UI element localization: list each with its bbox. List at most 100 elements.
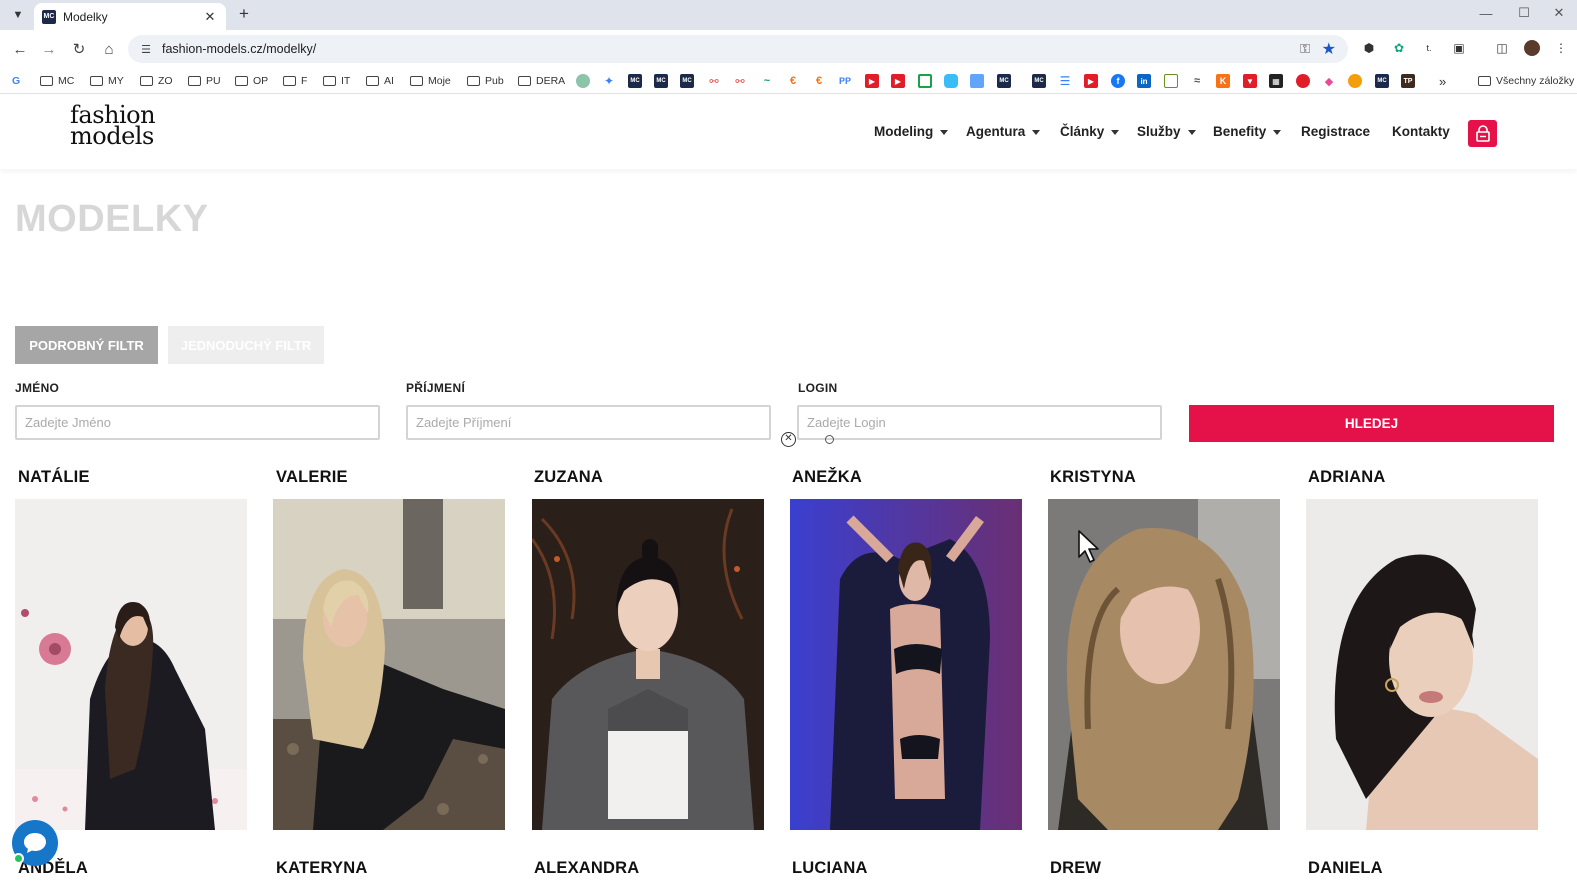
bookmark-folder[interactable]: IT (323, 73, 350, 89)
bookmark-folder[interactable]: MY (90, 73, 124, 89)
bookmark-k-icon[interactable]: K (1216, 74, 1230, 88)
bookmark-folder[interactable]: AI (366, 73, 394, 89)
bookmark-folder[interactable]: OP (235, 73, 268, 89)
model-name[interactable]: KRISTYNA (1050, 468, 1136, 487)
address-bar[interactable]: ☰ fashion-models.cz/modelky/ ⚿ ★ (128, 35, 1348, 63)
bookmark-image-icon[interactable] (970, 74, 984, 88)
login-input[interactable] (797, 405, 1162, 440)
bookmark-site-icon[interactable] (576, 74, 590, 88)
tab-list-chevron-icon[interactable]: ▼ (8, 5, 28, 25)
bookmark-facebook-icon[interactable]: f (1111, 74, 1125, 88)
bookmark-flag-icon[interactable] (1296, 74, 1310, 88)
model-photo-adriana[interactable] (1306, 499, 1538, 830)
tab-close-icon[interactable]: ✕ (202, 9, 218, 25)
model-name[interactable]: ALEXANDRA (534, 859, 639, 878)
extension-t-icon[interactable]: t. (1421, 40, 1437, 56)
bookmarks-more-icon[interactable]: » (1439, 73, 1446, 89)
extension-hexagon-icon[interactable]: ⬢ (1361, 40, 1377, 56)
bookmark-folder[interactable]: MC (40, 73, 74, 89)
model-name[interactable]: ANEŽKA (792, 468, 862, 487)
back-arrow-icon[interactable]: ← (10, 39, 30, 59)
cart-button[interactable] (1468, 120, 1497, 147)
model-name[interactable]: ZUZANA (534, 468, 603, 487)
tab-detailed-filter[interactable]: PODROBNÝ FILTR (15, 326, 158, 364)
tab-simple-filter[interactable]: JEDNODUCHÝ FILTR (168, 326, 324, 364)
last-name-input[interactable] (406, 405, 771, 440)
clear-circle-icon[interactable]: ✕ (781, 432, 796, 447)
bookmark-euro-icon[interactable]: € (812, 74, 826, 88)
bookmark-mc-icon[interactable]: MC (1375, 74, 1389, 88)
home-icon[interactable]: ⌂ (99, 39, 119, 59)
model-name[interactable]: DANIELA (1308, 859, 1383, 878)
bookmark-ribbon-icon[interactable]: ⚯ (733, 74, 747, 88)
bookmark-doc-icon[interactable] (1164, 74, 1178, 88)
first-name-input[interactable] (15, 405, 380, 440)
browser-tab-modelky[interactable]: MC Modelky ✕ (34, 3, 226, 30)
bookmark-youtube-icon[interactable]: ▶ (865, 74, 879, 88)
bookmark-euro-icon[interactable]: € (786, 74, 800, 88)
model-photo-anezka[interactable] (790, 499, 1022, 830)
nav-item-benefity[interactable]: Benefity (1213, 124, 1282, 139)
bookmark-frame-icon[interactable] (918, 74, 932, 88)
bookmark-youtube-icon[interactable]: ▶ (891, 74, 905, 88)
nav-item-sluzby[interactable]: Služby (1137, 124, 1196, 139)
model-photo-valerie[interactable] (273, 499, 505, 830)
bookmark-google-icon[interactable]: G (12, 73, 20, 89)
model-name[interactable]: ADRIANA (1308, 468, 1385, 487)
bookmark-star-icon[interactable]: ★ (1322, 39, 1336, 59)
bookmark-mc-icon[interactable]: MC (1032, 74, 1046, 88)
model-name[interactable]: KATERYNA (276, 859, 367, 878)
bookmark-wave-icon[interactable]: ~ (760, 74, 774, 88)
fashion-models-logo[interactable]: fashion models (70, 103, 156, 153)
bookmark-diamond-icon[interactable]: ◆ (1322, 74, 1336, 88)
bookmark-folder[interactable]: F (283, 73, 307, 89)
bookmark-folder[interactable]: PU (188, 73, 221, 89)
password-key-icon[interactable]: ⚿ (1300, 41, 1310, 57)
bookmark-mc-icon[interactable]: MC (680, 74, 694, 88)
all-bookmarks-folder[interactable]: Všechny záložky (1478, 73, 1574, 89)
site-settings-icon[interactable]: ☰ (138, 41, 154, 57)
model-name[interactable]: LUCIANA (792, 859, 868, 878)
bookmark-chrome-icon[interactable] (1348, 74, 1362, 88)
bookmark-linkedin-icon[interactable]: in (1137, 74, 1151, 88)
model-name[interactable]: DREW (1050, 859, 1101, 878)
window-maximize-icon[interactable]: ☐ (1506, 3, 1542, 23)
model-photo-natalie[interactable] (15, 499, 247, 830)
bookmark-folder[interactable]: ZO (140, 73, 173, 89)
model-photo-zuzana[interactable] (532, 499, 764, 830)
extension-openai-icon[interactable]: ✿ (1391, 40, 1407, 56)
bookmark-folder[interactable]: Moje (410, 73, 451, 89)
window-minimize-icon[interactable]: — (1468, 3, 1504, 23)
forward-arrow-icon[interactable]: → (39, 39, 59, 59)
reload-icon[interactable]: ↻ (69, 39, 89, 59)
bookmark-qr-icon[interactable]: ▦ (1269, 74, 1283, 88)
nav-item-modeling[interactable]: Modeling (874, 124, 949, 139)
model-name[interactable]: NATÁLIE (18, 468, 90, 487)
bookmark-shield-icon[interactable] (944, 74, 958, 88)
nav-item-kontakty[interactable]: Kontakty (1392, 124, 1450, 139)
browser-menu-kebab-icon[interactable]: ⋮ (1553, 40, 1569, 56)
bookmark-youtube-icon[interactable]: ▶ (1084, 74, 1098, 88)
drag-handle-icon[interactable] (825, 435, 834, 444)
window-close-icon[interactable]: ✕ (1541, 3, 1577, 23)
bookmark-mc-icon[interactable]: MC (654, 74, 668, 88)
bookmark-wifi-icon[interactable]: ≈ (1190, 74, 1204, 88)
side-panel-icon[interactable]: ◫ (1494, 40, 1510, 56)
bookmark-folder[interactable]: DERA (518, 73, 565, 89)
nav-item-clanky[interactable]: Články (1060, 124, 1120, 139)
nav-item-agentura[interactable]: Agentura (966, 124, 1041, 139)
nav-item-registrace[interactable]: Registrace (1301, 124, 1370, 139)
extensions-puzzle-icon[interactable]: ▣ (1451, 40, 1467, 56)
bookmark-pp-icon[interactable]: PP (838, 74, 852, 88)
new-tab-plus-icon[interactable]: + (234, 4, 254, 24)
bookmark-folder[interactable]: Pub (467, 73, 504, 89)
search-button[interactable]: HLEDEJ (1189, 405, 1554, 442)
bookmark-sparkle-icon[interactable]: ✦ (602, 74, 616, 88)
profile-avatar[interactable] (1524, 40, 1540, 56)
bookmark-mc-icon[interactable]: MC (628, 74, 642, 88)
bookmark-red-icon[interactable]: ▼ (1243, 74, 1257, 88)
bookmark-ribbon-icon[interactable]: ⚯ (707, 74, 721, 88)
bookmark-list-icon[interactable]: ☰ (1058, 74, 1072, 88)
bookmark-mc-icon[interactable]: MC (997, 74, 1011, 88)
bookmark-tp-icon[interactable]: TP (1401, 74, 1415, 88)
